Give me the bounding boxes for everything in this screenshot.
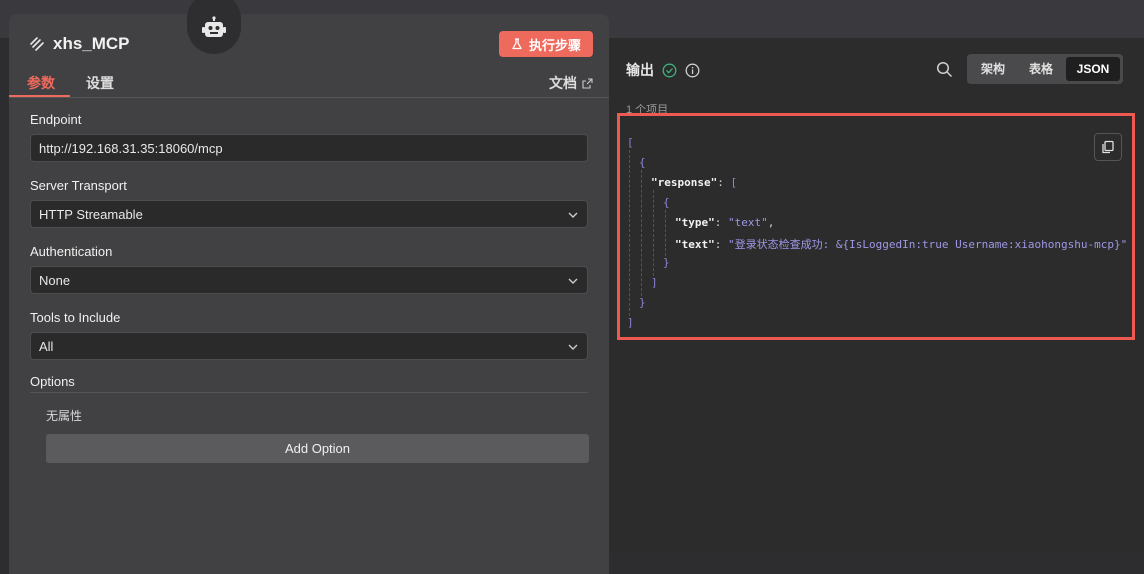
add-option-button[interactable]: Add Option <box>46 434 589 463</box>
indent-guide <box>629 150 630 316</box>
endpoint-label: Endpoint <box>30 112 82 127</box>
bracket: ] <box>651 276 658 289</box>
chevron-down-icon <box>568 344 578 350</box>
json-line: } <box>639 296 646 309</box>
endpoint-input[interactable]: http://192.168.31.35:18060/mcp <box>30 134 588 162</box>
external-link-icon <box>582 77 593 89</box>
json-line: ] <box>627 316 634 329</box>
options-divider <box>30 392 588 393</box>
json-value: "text" <box>728 216 768 229</box>
view-schema-button[interactable]: 架构 <box>967 54 1019 84</box>
bracket: [ <box>627 136 634 149</box>
authentication-select[interactable]: None <box>30 266 588 294</box>
info-icon[interactable] <box>685 63 700 78</box>
server-transport-select[interactable]: HTTP Streamable <box>30 200 588 228</box>
json-line: ] <box>651 276 658 289</box>
flask-icon <box>512 38 522 50</box>
json-output[interactable]: [ { "response": [ { "type": "text", "tex… <box>617 113 1135 340</box>
json-line: "type": "text", <box>675 216 774 229</box>
brace: } <box>663 256 670 269</box>
tools-label: Tools to Include <box>30 310 121 325</box>
json-key: "response" <box>651 176 718 189</box>
docs-label: 文档 <box>549 75 577 91</box>
tab-settings[interactable]: 设置 <box>86 73 114 93</box>
tab-parameters[interactable]: 参数 <box>27 73 55 93</box>
json-line: { <box>663 196 670 209</box>
docs-link[interactable]: 文档 <box>549 73 593 93</box>
brace: { <box>663 196 670 209</box>
json-line: { <box>639 156 646 169</box>
node-title: xhs_MCP <box>29 34 130 54</box>
brace: } <box>639 296 646 309</box>
check-circle-icon <box>662 63 677 77</box>
options-label: Options <box>30 374 75 389</box>
json-key: "type" <box>675 216 715 229</box>
output-title: 输出 <box>626 62 654 78</box>
chevron-down-icon <box>568 212 578 218</box>
copy-icon <box>1102 140 1114 154</box>
bracket: ] <box>627 316 634 329</box>
indent-guide <box>665 210 666 256</box>
robot-icon <box>202 16 226 37</box>
tools-value: All <box>39 338 54 354</box>
view-table-button[interactable]: 表格 <box>1015 54 1067 84</box>
node-settings-panel: xhs_MCP 执行步骤 参数 设置 文档 Endpoint http://19… <box>9 0 609 574</box>
server-transport-value: HTTP Streamable <box>39 206 143 222</box>
execute-step-label: 执行步骤 <box>528 37 581 53</box>
authentication-label: Authentication <box>30 244 113 259</box>
json-line: [ <box>627 136 634 149</box>
execute-step-button[interactable]: 执行步骤 <box>498 31 593 57</box>
json-line: "response": [ <box>651 176 737 189</box>
output-view-toggle: 架构 表格 JSON <box>967 54 1123 84</box>
authentication-value: None <box>39 272 71 288</box>
no-properties-text: 无属性 <box>46 409 83 423</box>
indent-guide <box>653 190 654 276</box>
json-colon: : <box>714 238 728 251</box>
output-header: 输出 <box>626 60 700 80</box>
active-tab-indicator <box>9 95 70 97</box>
brace: { <box>639 156 646 169</box>
mcp-icon <box>30 37 44 51</box>
view-json-button[interactable]: JSON <box>1066 57 1120 81</box>
json-line: } <box>663 256 670 269</box>
copy-button[interactable] <box>1094 133 1122 161</box>
json-line: "text": "登录状态检查成功: &{IsLoggedIn:true Use… <box>675 236 1127 252</box>
json-key: "text" <box>675 238 715 251</box>
chevron-down-icon <box>568 278 578 284</box>
json-colon: : <box>717 176 731 189</box>
bracket: [ <box>730 176 738 189</box>
endpoint-value: http://192.168.31.35:18060/mcp <box>39 140 223 156</box>
json-colon: : <box>714 216 728 229</box>
tools-select[interactable]: All <box>30 332 588 360</box>
node-icon-badge <box>187 0 241 54</box>
node-name[interactable]: xhs_MCP <box>53 34 130 54</box>
search-icon[interactable] <box>936 61 953 78</box>
indent-guide <box>641 170 642 296</box>
server-transport-label: Server Transport <box>30 178 127 193</box>
json-value: "登录状态检查成功: &{IsLoggedIn:true Username:xi… <box>728 238 1128 251</box>
json-comma: , <box>767 216 775 229</box>
node-tabs: 参数 设置 文档 <box>9 69 609 98</box>
